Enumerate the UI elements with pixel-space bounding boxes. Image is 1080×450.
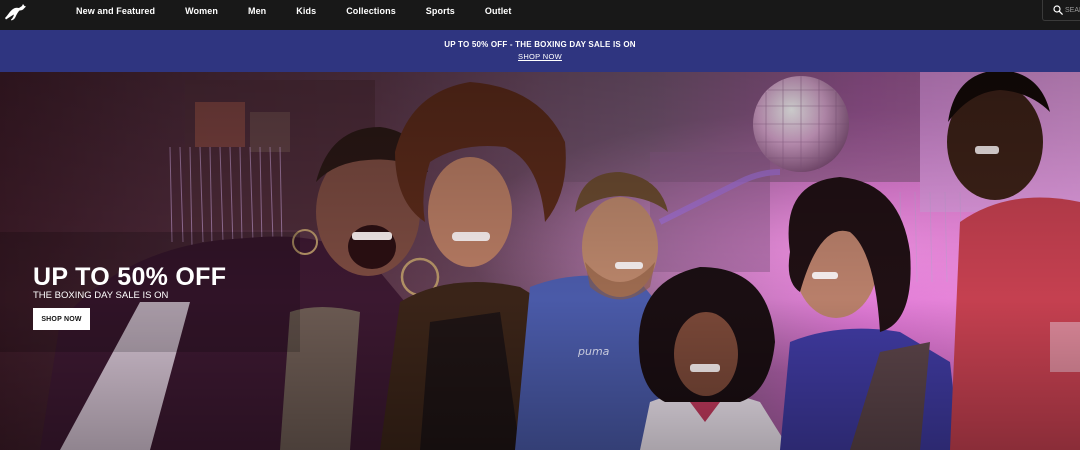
nav-men[interactable]: Men: [248, 6, 266, 16]
nav-outlet[interactable]: Outlet: [485, 6, 512, 16]
puma-logo-icon[interactable]: [2, 1, 28, 23]
hero-subtitle: THE BOXING DAY SALE IS ON: [33, 290, 169, 301]
nav-new-and-featured[interactable]: New and Featured: [76, 6, 155, 16]
main-nav: New and Featured Women Men Kids Collecti…: [76, 0, 542, 22]
top-navigation: New and Featured Women Men Kids Collecti…: [0, 0, 1080, 30]
search-input[interactable]: [1065, 6, 1080, 14]
promo-banner: UP TO 50% OFF - THE BOXING DAY SALE IS O…: [0, 30, 1080, 72]
nav-women[interactable]: Women: [185, 6, 218, 16]
nav-sports[interactable]: Sports: [426, 6, 455, 16]
promo-shop-now-link[interactable]: SHOP NOW: [518, 52, 562, 61]
search-icon[interactable]: [1053, 5, 1063, 15]
nav-collections[interactable]: Collections: [346, 6, 396, 16]
promo-text: UP TO 50% OFF - THE BOXING DAY SALE IS O…: [444, 40, 636, 49]
hero-image: puma: [0, 72, 1080, 450]
hero-banner[interactable]: puma UP TO 50% OFF THE BOXING DAY SALE I…: [0, 72, 1080, 450]
hero-shop-now-button[interactable]: SHOP NOW: [33, 308, 90, 330]
search-box[interactable]: [1042, 0, 1080, 21]
nav-kids[interactable]: Kids: [296, 6, 316, 16]
hero-title: UP TO 50% OFF: [33, 263, 227, 291]
